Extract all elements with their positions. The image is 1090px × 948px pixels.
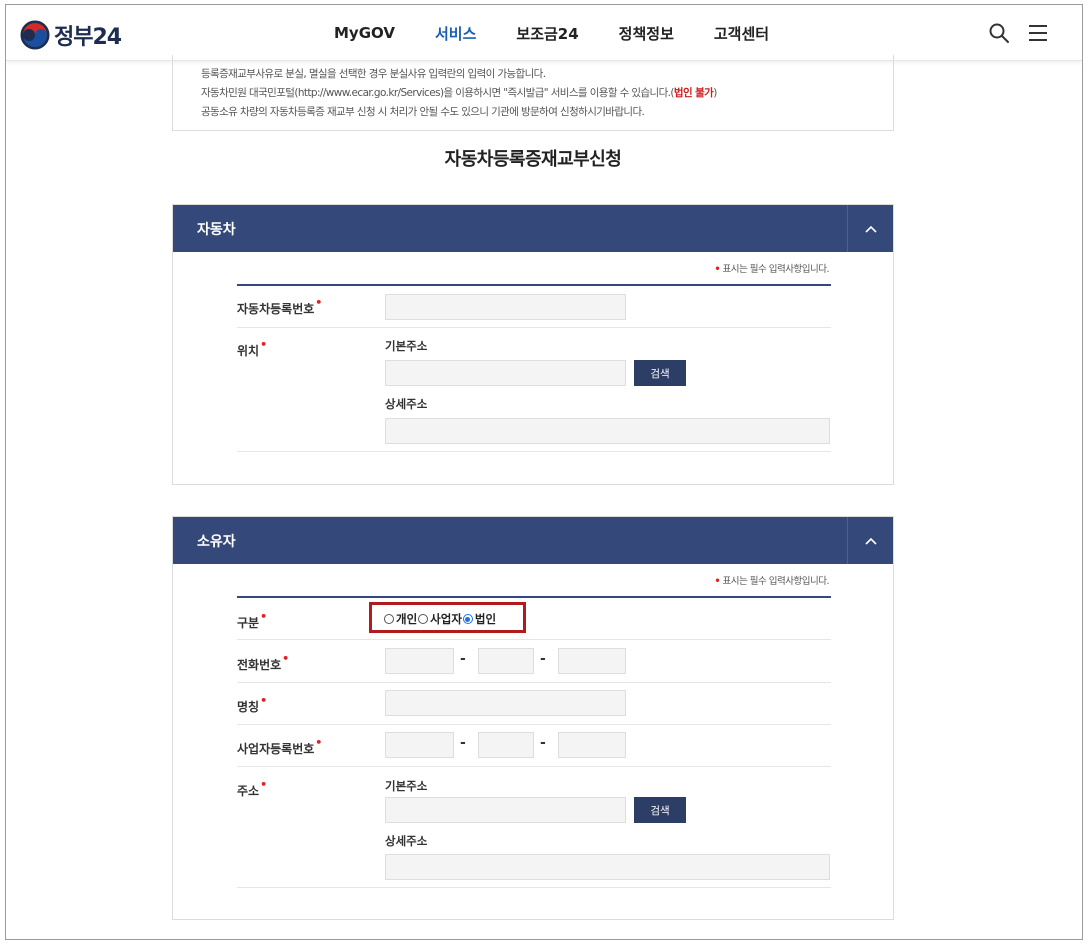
- name-label: 명칭•: [237, 694, 267, 715]
- row-divider: [237, 327, 831, 328]
- location-label-text: 위치: [237, 344, 260, 358]
- radio-corporation[interactable]: [462, 614, 473, 624]
- notice-corporate-unavailable: 법인 불가: [673, 87, 714, 99]
- notice-line-2-close: ): [713, 87, 717, 99]
- radio-business-label[interactable]: 사업자: [430, 611, 462, 627]
- vehicle-reg-no-input[interactable]: [385, 294, 626, 320]
- owner-type-radio-group: 개인 사업자 법인: [384, 611, 496, 627]
- required-mark: •: [714, 264, 721, 275]
- row-divider: [237, 639, 831, 640]
- row-divider: [237, 724, 831, 725]
- name-label-text: 명칭: [237, 700, 260, 714]
- location-search-button[interactable]: 검색: [634, 360, 686, 386]
- notice-box: 등록증재교부사유로 분실, 멸실을 선택한 경우 분실사유 입력란의 입력이 가…: [172, 55, 894, 131]
- radio-individual[interactable]: [384, 614, 394, 624]
- required-note: • 표시는 필수 입력사항입니다.: [714, 261, 829, 275]
- address-base-input[interactable]: [385, 797, 626, 823]
- site-logo[interactable]: 정부24: [20, 19, 122, 51]
- location-base-address-label: 기본주소: [385, 339, 428, 353]
- biz-reg-no-label-text: 사업자등록번호: [237, 742, 315, 756]
- required-note: • 표시는 필수 입력사항입니다.: [714, 573, 829, 587]
- owner-type-label-text: 구분: [237, 616, 260, 630]
- biz-reg-no-part-2-input[interactable]: [478, 732, 534, 758]
- phone-label-text: 전화번호: [237, 658, 282, 672]
- nav-mygov[interactable]: MyGOV: [334, 24, 395, 42]
- required-mark: •: [260, 338, 268, 351]
- phone-part-2-input[interactable]: [478, 648, 534, 674]
- form-top-border: [237, 596, 831, 598]
- owner-type-highlight: 개인 사업자 법인: [369, 602, 526, 633]
- owner-section: 소유자 • 표시는 필수 입력사항입니다. 구분• 개인 사업자 법인 전화번호…: [172, 516, 894, 920]
- address-search-button[interactable]: 검색: [634, 797, 686, 823]
- biz-reg-no-label: 사업자등록번호•: [237, 736, 322, 757]
- dash-separator: -: [540, 651, 546, 667]
- address-detail-label: 상세주소: [385, 834, 428, 848]
- menu-icon[interactable]: [1026, 21, 1050, 45]
- chevron-up-icon: [864, 225, 877, 233]
- vehicle-reg-no-label-text: 자동차등록번호: [237, 302, 315, 316]
- dash-separator: -: [540, 735, 546, 751]
- dash-separator: -: [460, 735, 466, 751]
- row-divider: [237, 682, 831, 683]
- notice-line-2-text: 자동차민원 대국민포털(http://www.ecar.go.kr/Servic…: [201, 87, 674, 99]
- phone-part-1-input[interactable]: [385, 648, 454, 674]
- site-header: 정부24 MyGOV 서비스 보조금24 정책정보 고객센터: [6, 5, 1082, 61]
- main-nav: MyGOV 서비스 보조금24 정책정보 고객센터: [334, 5, 809, 61]
- address-label-text: 주소: [237, 784, 260, 798]
- location-label: 위치•: [237, 338, 267, 359]
- owner-section-title: 소유자: [197, 534, 236, 550]
- location-base-address-input[interactable]: [385, 360, 626, 386]
- vehicle-section: 자동차 • 표시는 필수 입력사항입니다. 자동차등록번호• 위치• 기본주소 …: [172, 204, 894, 485]
- owner-section-collapse-button[interactable]: [847, 517, 893, 564]
- dash-separator: -: [460, 651, 466, 667]
- address-base-label: 기본주소: [385, 779, 428, 793]
- phone-part-3-input[interactable]: [558, 648, 626, 674]
- radio-corporation-label[interactable]: 법인: [475, 611, 496, 627]
- address-detail-input[interactable]: [385, 854, 830, 880]
- required-note-text: 표시는 필수 입력사항입니다.: [722, 264, 830, 275]
- required-mark: •: [260, 694, 268, 707]
- notice-line-1: 등록증재교부사유로 분실, 멸실을 선택한 경우 분실사유 입력란의 입력이 가…: [201, 68, 546, 80]
- nav-subsidy24[interactable]: 보조금24: [516, 23, 578, 44]
- notice-line-3: 공동소유 차량의 자동차등록증 재교부 신청 시 처리가 안될 수도 있으니 기…: [201, 106, 645, 118]
- address-label: 주소•: [237, 778, 267, 799]
- biz-reg-no-part-3-input[interactable]: [558, 732, 626, 758]
- required-mark: •: [282, 652, 290, 665]
- nav-service[interactable]: 서비스: [435, 23, 476, 44]
- vehicle-section-title: 자동차: [197, 222, 236, 238]
- radio-business[interactable]: [418, 614, 429, 624]
- vehicle-reg-no-label: 자동차등록번호•: [237, 296, 322, 317]
- row-divider: [237, 766, 831, 767]
- required-note-text: 표시는 필수 입력사항입니다.: [722, 576, 830, 587]
- vehicle-section-header: 자동차: [173, 205, 893, 252]
- phone-label: 전화번호•: [237, 652, 289, 673]
- biz-reg-no-part-1-input[interactable]: [385, 732, 454, 758]
- location-detail-address-label: 상세주소: [385, 397, 428, 411]
- chevron-up-icon: [864, 537, 877, 545]
- notice-line-2: 자동차민원 대국민포털(http://www.ecar.go.kr/Servic…: [201, 84, 893, 103]
- row-divider: [237, 887, 831, 888]
- required-mark: •: [260, 778, 268, 791]
- form-top-border: [237, 284, 831, 286]
- search-icon[interactable]: [987, 21, 1011, 45]
- required-mark: •: [714, 576, 721, 587]
- required-mark: •: [315, 296, 323, 309]
- nav-customer-center[interactable]: 고객센터: [714, 23, 769, 44]
- page-title: 자동차등록증재교부신청: [444, 149, 622, 170]
- nav-policy-info[interactable]: 정책정보: [619, 23, 674, 44]
- browser-frame: 정부24 MyGOV 서비스 보조금24 정책정보 고객센터 등록증재교부사유로…: [5, 4, 1083, 940]
- name-input[interactable]: [385, 690, 626, 716]
- owner-type-label: 구분•: [237, 610, 267, 631]
- logo-text: 정부24: [54, 25, 122, 50]
- radio-individual-label[interactable]: 개인: [396, 611, 417, 627]
- required-mark: •: [315, 736, 323, 749]
- row-divider: [237, 451, 831, 452]
- vehicle-section-collapse-button[interactable]: [847, 205, 893, 252]
- required-mark: •: [260, 610, 268, 623]
- owner-section-header: 소유자: [173, 517, 893, 564]
- location-detail-address-input[interactable]: [385, 418, 830, 444]
- taegeuk-logo-icon: [20, 20, 50, 50]
